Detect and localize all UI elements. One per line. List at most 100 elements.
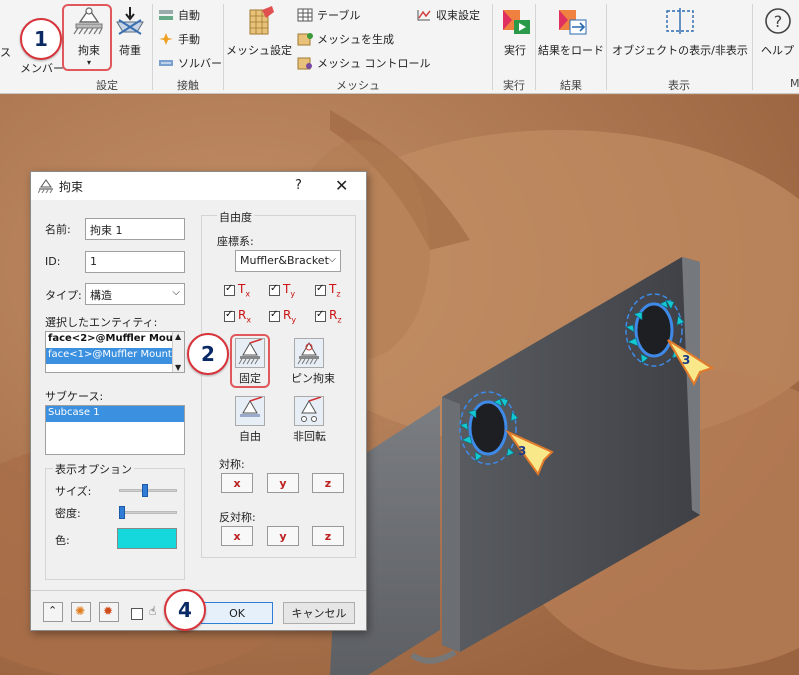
rz-label: Rz: [329, 308, 342, 325]
fixed-button[interactable]: [235, 338, 265, 368]
antisymmetry-label: 反対称:: [219, 511, 256, 524]
convergence-settings-button[interactable]: 収束設定: [416, 7, 480, 23]
scroll-up-icon[interactable]: ▲: [175, 332, 181, 341]
no-rotation-button[interactable]: [294, 396, 324, 426]
free-icon: [240, 396, 263, 417]
arrow-label-3a: 3: [518, 444, 527, 458]
rz-checkbox[interactable]: [315, 309, 326, 322]
tz-label: Tz: [329, 282, 341, 299]
id-label: ID:: [45, 255, 61, 268]
cancel-button[interactable]: キャンセル: [283, 602, 355, 624]
load-button-label: 荷重: [119, 44, 141, 57]
tx-checkbox[interactable]: [224, 283, 235, 296]
selected-entities-list[interactable]: face<2>@Muffler Mount face<1>@Muffler Mo…: [45, 331, 185, 373]
chevron-down-icon: ⌵: [328, 254, 336, 265]
tz-checkbox[interactable]: [315, 283, 326, 296]
collapse-button[interactable]: ⌃: [43, 602, 63, 622]
contact-solver-label: ソルバー: [178, 57, 222, 70]
hand-icon: ☝: [149, 604, 157, 618]
contact-manual-label: 手動: [178, 33, 200, 46]
separator: [752, 4, 753, 90]
run-button[interactable]: 実行: [497, 6, 533, 58]
list-item[interactable]: Subcase 1: [46, 406, 184, 422]
name-field[interactable]: 拘束 1: [85, 218, 185, 240]
arrow-label-3b: 3: [682, 353, 691, 367]
burst-all-icon: ✹: [103, 604, 114, 618]
show-hide-icon: [666, 8, 694, 34]
help-button[interactable]: ? ヘルプ: [756, 6, 799, 58]
rx-checkbox[interactable]: [224, 309, 235, 322]
generate-mesh-button[interactable]: メッシュを生成: [297, 31, 394, 47]
size-label: サイズ:: [55, 485, 92, 498]
run-button-label: 実行: [504, 44, 526, 57]
constraint-icon: [38, 179, 53, 193]
mesh-settings-button[interactable]: メッシュ設定: [226, 6, 292, 58]
density-slider-thumb[interactable]: [119, 506, 125, 519]
help-icon[interactable]: ?: [295, 178, 302, 193]
type-select[interactable]: 構造 ⌵: [85, 283, 185, 305]
show-hide-objects-button[interactable]: オブジェクトの表示/非表示: [612, 6, 748, 58]
density-slider[interactable]: [119, 511, 177, 514]
convergence-icon: [417, 10, 431, 21]
subcase-list[interactable]: Subcase 1: [45, 405, 185, 455]
antisymmetry-x-button[interactable]: x: [221, 526, 253, 546]
svg-text:?: ?: [773, 12, 782, 31]
symmetry-x-button[interactable]: x: [221, 473, 253, 493]
ry-checkbox[interactable]: [269, 309, 280, 322]
scroll-down-icon[interactable]: ▼: [175, 363, 181, 372]
dialog-title-bar[interactable]: 拘束 ? ✕: [31, 172, 366, 200]
load-button[interactable]: 荷重: [112, 6, 148, 58]
symmetry-z-button[interactable]: z: [312, 473, 344, 493]
id-field[interactable]: 1: [85, 251, 185, 273]
ty-label: Ty: [283, 282, 296, 299]
ty-checkbox[interactable]: [269, 283, 280, 296]
callout-step-2: 2: [187, 333, 229, 375]
antisymmetry-z-button[interactable]: z: [312, 526, 344, 546]
divider: [31, 590, 366, 591]
free-button[interactable]: [235, 396, 265, 426]
type-label: タイプ:: [45, 289, 82, 302]
callout-step-4: 4: [164, 589, 206, 631]
color-swatch[interactable]: [117, 528, 177, 549]
list-item[interactable]: face<1>@Muffler Mount: [46, 348, 184, 364]
contact-solver-button[interactable]: ソルバー: [158, 55, 222, 71]
pin-constraint-button[interactable]: [294, 338, 324, 368]
contact-auto-button[interactable]: 自動: [158, 7, 200, 23]
pick-mode-checkbox[interactable]: [131, 608, 143, 620]
generate-mesh-label: メッシュを生成: [317, 33, 394, 46]
mesh-control-button[interactable]: メッシュ コントロール: [297, 55, 431, 71]
ok-button[interactable]: OK: [201, 602, 273, 624]
solver-icon: [159, 60, 173, 66]
callout-step-1: 1: [20, 18, 62, 60]
members-button-label[interactable]: メンバー: [20, 60, 64, 76]
list-item[interactable]: face<2>@Muffler Mount: [46, 332, 184, 348]
size-slider-thumb[interactable]: [142, 484, 149, 497]
dialog-title: 拘束: [59, 179, 84, 194]
antisymmetry-y-button[interactable]: y: [267, 526, 299, 546]
generate-mesh-icon: [297, 33, 313, 46]
pin-constraint-icon: [297, 342, 319, 365]
load-results-button[interactable]: 結果をロード: [538, 6, 604, 58]
mesh-table-button[interactable]: テーブル: [297, 7, 360, 23]
load-results-icon: [559, 10, 587, 35]
ry-label: Ry: [283, 308, 297, 325]
close-icon[interactable]: ✕: [335, 176, 348, 195]
load-icon: [116, 7, 144, 35]
highlight-entity-button[interactable]: ✺: [71, 602, 91, 622]
pin-constraint-label: ピン拘束: [291, 372, 335, 385]
contact-manual-button[interactable]: 手動: [158, 31, 200, 47]
table-icon: [297, 8, 313, 22]
highlight-all-button[interactable]: ✹: [99, 602, 119, 622]
mesh-control-label: メッシュ コントロール: [317, 57, 431, 70]
contact-group-label: 接触: [177, 79, 199, 92]
coordinate-system-select[interactable]: Muffler&Bracket ⌵: [235, 250, 341, 272]
chevron-down-icon: ⌵: [172, 287, 180, 298]
constraint-dialog: 拘束 ? ✕ 名前: 拘束 1 ID: 1 タイプ: 構造 ⌵ 選択したエンティ…: [30, 171, 367, 631]
load-results-label: 結果をロード: [538, 44, 604, 57]
type-value: 構造: [90, 289, 112, 302]
symmetry-y-button[interactable]: y: [267, 473, 299, 493]
partial-ribbon-label: ス: [0, 46, 11, 59]
scrollbar[interactable]: ▲ ▼: [172, 332, 184, 372]
convergence-settings-label: 収束設定: [436, 9, 480, 22]
color-label: 色:: [55, 534, 70, 547]
